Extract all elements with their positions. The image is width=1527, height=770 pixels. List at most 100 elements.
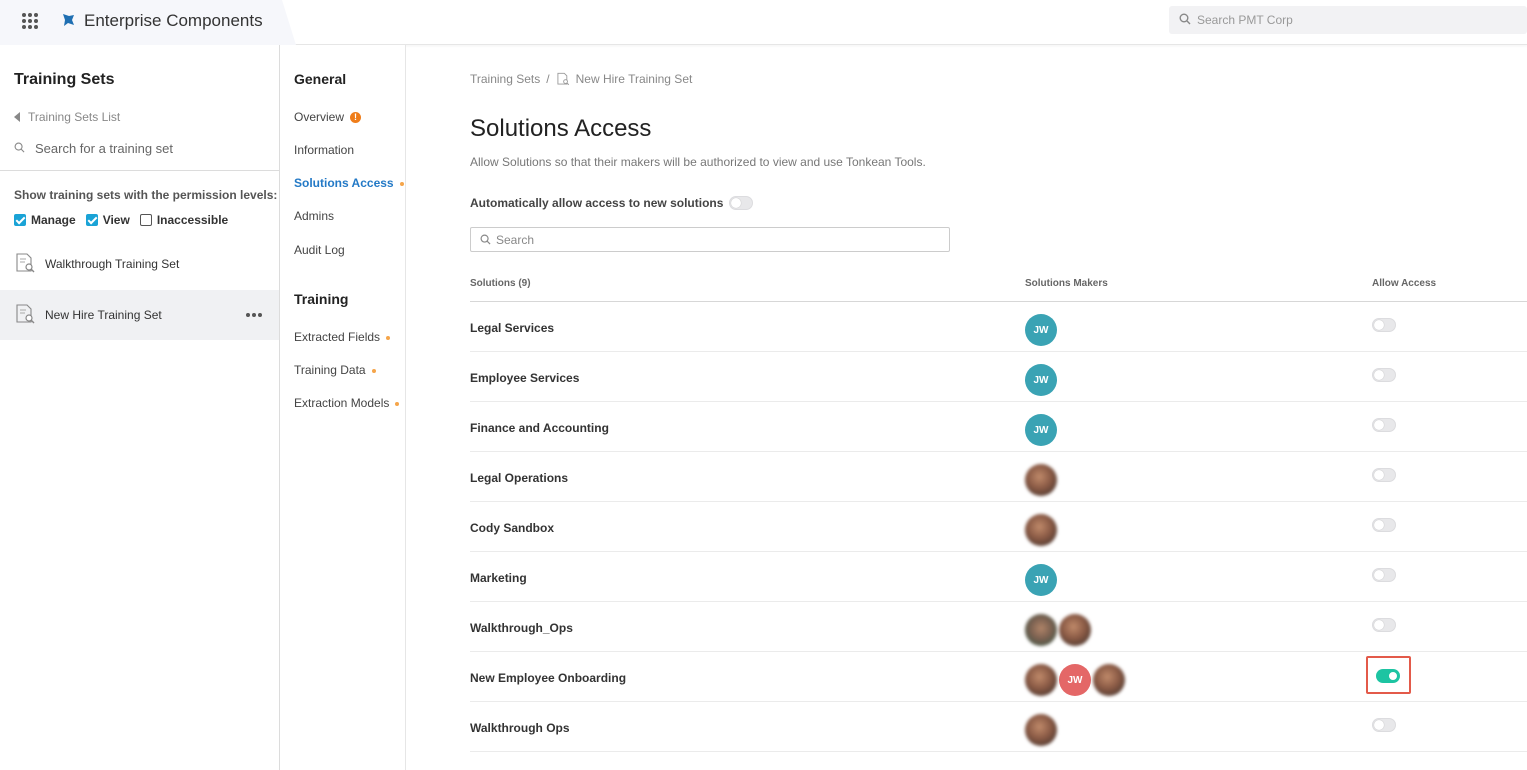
app-grid-icon[interactable]: [20, 11, 40, 31]
table-row: Finance and Accounting JW: [470, 402, 1527, 452]
status-dot-icon: [386, 335, 391, 340]
training-set-item-active[interactable]: New Hire Training Set: [0, 290, 279, 340]
allow-access-toggle[interactable]: [1372, 718, 1396, 732]
inaccessible-checkbox[interactable]: Inaccessible: [139, 213, 229, 227]
back-to-list-link[interactable]: Training Sets List: [14, 110, 120, 124]
column-header-access: Allow Access: [1372, 278, 1437, 289]
document-search-icon: [16, 253, 35, 273]
avatar: JW: [1025, 414, 1057, 446]
status-dot-icon: [399, 181, 404, 186]
breadcrumb-parent-link[interactable]: Training Sets: [470, 72, 540, 86]
solution-makers: JW: [1025, 664, 1127, 696]
solution-makers: [1025, 614, 1093, 646]
solutions-search-placeholder: Search: [496, 233, 535, 247]
nav-label: Information: [294, 143, 355, 157]
allow-access-toggle[interactable]: [1372, 568, 1396, 582]
allow-access-toggle[interactable]: [1372, 318, 1396, 332]
nav-item-overview[interactable]: Overview!: [294, 110, 362, 124]
breadcrumb-current: New Hire Training Set: [575, 72, 693, 86]
training-heading: Training: [294, 291, 349, 307]
allow-access-toggle[interactable]: [1372, 618, 1396, 632]
checkbox-checked: [85, 214, 98, 226]
allow-access-toggle[interactable]: [1376, 669, 1400, 683]
divider: [0, 170, 279, 171]
global-search-input[interactable]: Search PMT Corp: [1169, 6, 1527, 34]
search-icon: [14, 142, 25, 153]
table-row: Employee Services JW: [470, 352, 1527, 402]
search-icon: [1179, 13, 1191, 25]
back-arrow-icon: [14, 112, 20, 122]
nav-item-extraction-models[interactable]: Extraction Models: [294, 396, 400, 410]
view-checkbox[interactable]: View: [85, 213, 130, 227]
document-search-icon: [557, 72, 569, 86]
solution-makers: JW: [1025, 564, 1059, 596]
nav-item-audit-log[interactable]: Audit Log: [294, 243, 345, 257]
nav-item-extracted-fields[interactable]: Extracted Fields: [294, 330, 391, 344]
solutions-search-input[interactable]: Search: [470, 227, 950, 252]
solution-name: Employee Services: [470, 371, 580, 385]
avatar-photo: [1025, 464, 1057, 496]
manage-label: Manage: [31, 213, 76, 227]
inaccessible-label: Inaccessible: [156, 213, 229, 227]
top-bar: Enterprise Components Search PMT Corp: [0, 0, 1527, 45]
solution-makers: JW: [1025, 314, 1059, 346]
avatar: JW: [1059, 664, 1091, 696]
more-options-icon[interactable]: [246, 313, 262, 317]
solution-name: Finance and Accounting: [470, 421, 609, 435]
nav-item-solutions-access[interactable]: Solutions Access: [294, 176, 404, 190]
solution-name: New Employee Onboarding: [470, 671, 627, 685]
solution-makers: JW: [1025, 364, 1059, 396]
avatar-photo: [1025, 614, 1057, 646]
auto-allow-setting: Automatically allow access to new soluti…: [470, 196, 754, 210]
avatar-photo: [1025, 714, 1057, 746]
nav-label: Solutions Access: [294, 176, 394, 190]
nav-item-information[interactable]: Information: [294, 143, 354, 157]
avatar-photo: [1059, 614, 1091, 646]
document-search-icon: [16, 304, 35, 324]
table-row: Marketing JW: [470, 552, 1527, 602]
training-set-name: Walkthrough Training Set: [45, 257, 180, 271]
brand-logo-icon: [63, 14, 74, 26]
avatar-photo: [1025, 664, 1057, 696]
nav-item-training-data[interactable]: Training Data: [294, 363, 376, 377]
section-nav: General Overview! Information Solutions …: [280, 45, 406, 770]
breadcrumb-separator: /: [546, 72, 550, 86]
permission-filter-label: Show training sets with the permission l…: [14, 188, 278, 202]
table-row: Walkthrough_Ops: [470, 602, 1527, 652]
manage-checkbox[interactable]: Manage: [14, 213, 76, 227]
avatar-photo: [1093, 664, 1125, 696]
solution-name: Walkthrough Ops: [470, 721, 570, 735]
training-set-item[interactable]: Walkthrough Training Set: [0, 239, 279, 289]
view-label: View: [102, 213, 130, 227]
nav-item-admins[interactable]: Admins: [294, 209, 334, 223]
table-row: Legal Operations: [470, 452, 1527, 502]
checkbox-unchecked: [139, 214, 152, 226]
solution-makers: JW: [1025, 414, 1059, 446]
allow-access-toggle[interactable]: [1372, 418, 1396, 432]
nav-label: Audit Log: [294, 243, 345, 257]
training-set-search-input[interactable]: Search for a training set: [14, 140, 264, 158]
auto-allow-toggle[interactable]: [729, 196, 754, 210]
solution-makers: [1025, 714, 1059, 746]
training-set-name: New Hire Training Set: [45, 308, 162, 322]
app-name: Enterprise Components: [84, 11, 263, 30]
training-sets-panel: Training Sets Training Sets List Search …: [0, 45, 280, 770]
nav-label: Extraction Models: [294, 396, 390, 410]
nav-label: Overview: [294, 110, 345, 124]
panel-title: Training Sets: [14, 71, 115, 88]
checkbox-checked: [14, 214, 26, 226]
solution-makers: [1025, 464, 1059, 496]
solution-makers: [1025, 514, 1059, 546]
main-content: Training Sets / New Hire Training Set So…: [406, 45, 1527, 770]
table-row: Cody Sandbox: [470, 502, 1527, 552]
permission-filters: Manage View Inaccessible: [14, 213, 238, 227]
avatar: JW: [1025, 564, 1057, 596]
column-header-solutions: Solutions (9): [470, 278, 531, 289]
avatar-photo: [1025, 514, 1057, 546]
auto-allow-label: Automatically allow access to new soluti…: [470, 196, 724, 210]
nav-label: Training Data: [294, 363, 366, 377]
allow-access-toggle[interactable]: [1372, 468, 1396, 482]
allow-access-toggle[interactable]: [1372, 518, 1396, 532]
status-dot-icon: [371, 368, 376, 373]
allow-access-toggle[interactable]: [1372, 368, 1396, 382]
